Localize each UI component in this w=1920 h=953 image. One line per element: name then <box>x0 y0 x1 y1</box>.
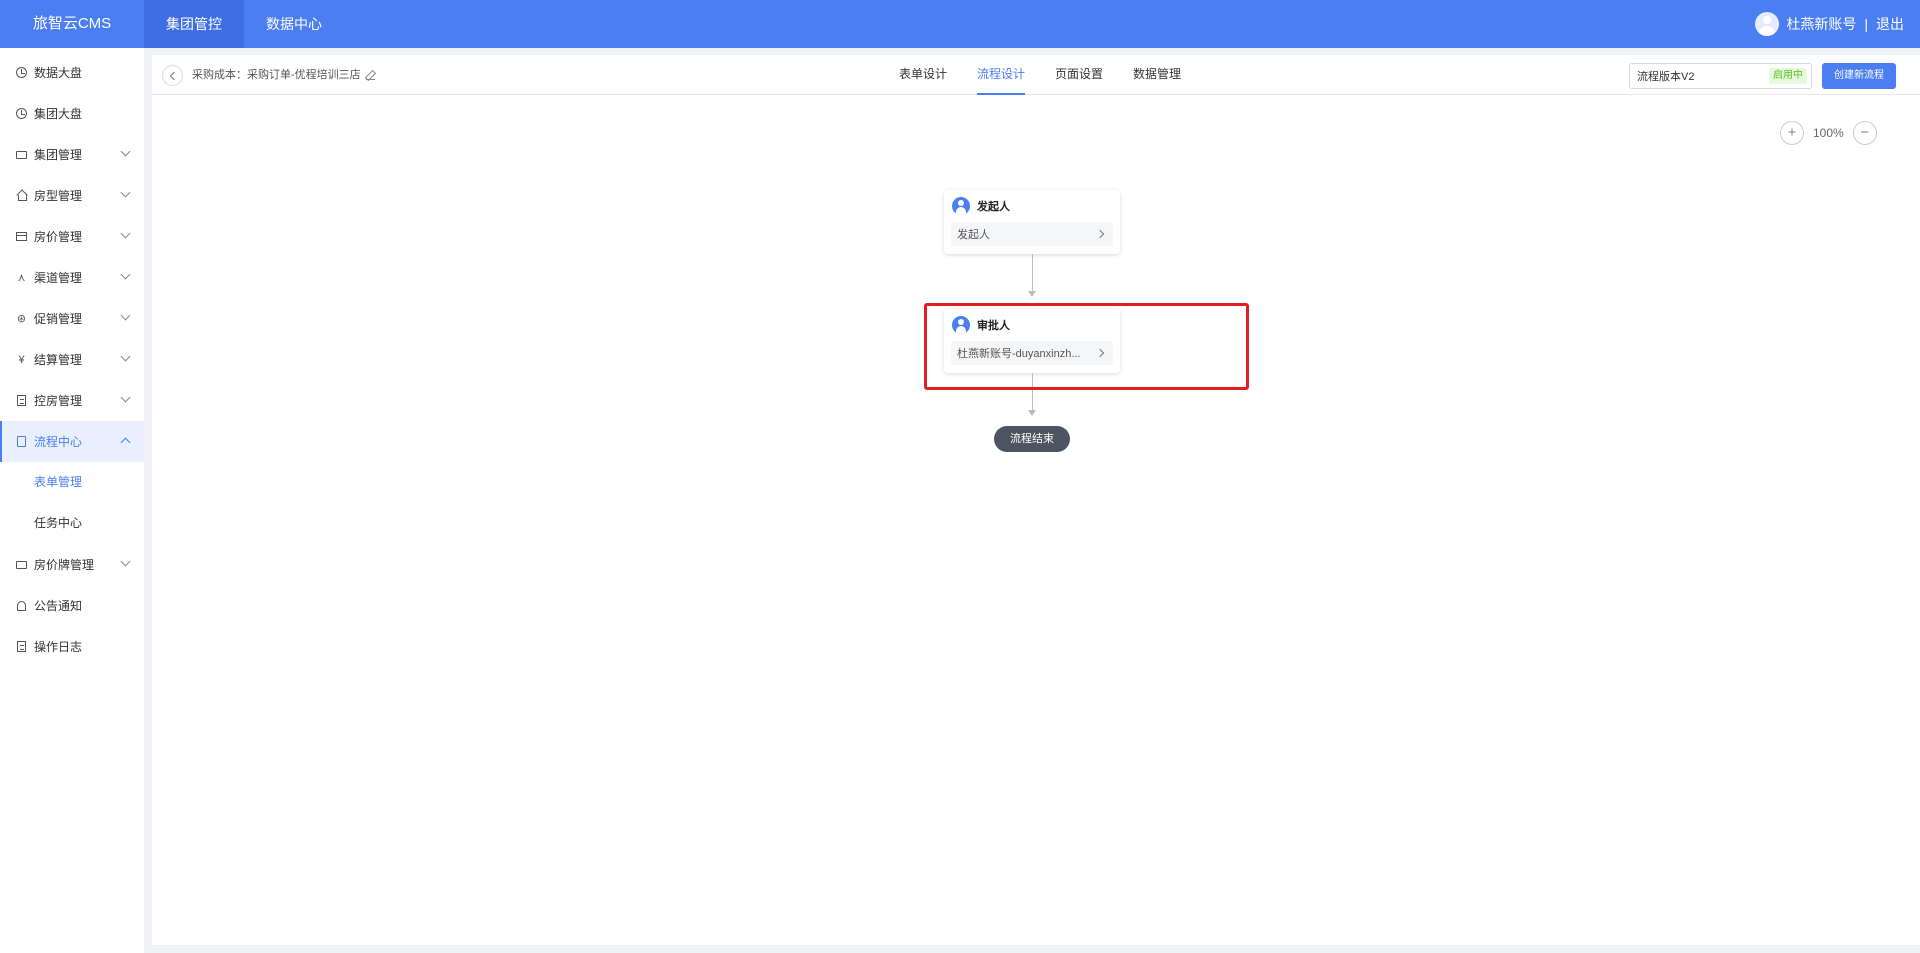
sidebar-subitem-task-center[interactable]: 任务中心 <box>0 503 144 544</box>
sidebar-item-group-management[interactable]: 集团管理 <box>0 134 144 175</box>
user-box: 杜燕新账号 | 退出 <box>1755 0 1904 48</box>
back-button[interactable] <box>162 65 183 86</box>
chevron-down-icon <box>120 146 131 157</box>
clock-icon <box>15 107 28 120</box>
doc-icon <box>15 394 28 407</box>
sidebar-item-announcement[interactable]: 公告通知 <box>0 585 144 626</box>
sidebar-item-operation-log[interactable]: 操作日志 <box>0 626 144 667</box>
user-separator: | <box>1864 16 1868 32</box>
designer-tabs: 表单设计 流程设计 页面设置 数据管理 <box>884 55 1196 95</box>
chevron-down-icon <box>120 351 131 362</box>
doc-icon <box>15 640 28 653</box>
sidebar-item-process-center[interactable]: 流程中心 <box>0 421 144 462</box>
tab-process-design[interactable]: 流程设计 <box>977 55 1026 95</box>
top-nav-data-center[interactable]: 数据中心 <box>244 0 344 48</box>
user-name[interactable]: 杜燕新账号 <box>1786 14 1856 34</box>
node-value[interactable]: 发起人 <box>951 222 1113 246</box>
sidebar-item-room-control[interactable]: 控房管理 <box>0 380 144 421</box>
brand-title: 旅智云CMS <box>32 15 112 32</box>
sidebar-item-label: 房价管理 <box>34 230 83 244</box>
sidebar: 数据大盘 集团大盘 集团管理 房型管理 房价管理 ⋏ 渠道管理 ⊛ 促销管理 ¥… <box>0 48 144 953</box>
sidebar-item-label: 操作日志 <box>34 640 83 654</box>
sidebar-item-label: 房型管理 <box>34 189 83 203</box>
chevron-down-icon <box>120 269 131 280</box>
flow-connector <box>1032 373 1033 411</box>
sidebar-item-label: 集团管理 <box>34 148 83 162</box>
sidebar-item-label: 公告通知 <box>34 599 83 613</box>
main-panel: 采购成本：采购订单-优程培训三店 表单设计 流程设计 页面设置 数据管理 流程版… <box>152 55 1920 945</box>
sidebar-item-channel[interactable]: ⋏ 渠道管理 <box>0 257 144 298</box>
sidebar-item-label: 结算管理 <box>34 353 83 367</box>
avatar-icon[interactable] <box>1755 12 1780 36</box>
chevron-up-icon <box>120 437 131 448</box>
chevron-down-icon <box>120 187 131 198</box>
designer-toolbar: 采购成本：采购订单-优程培训三店 表单设计 流程设计 页面设置 数据管理 流程版… <box>152 55 1920 95</box>
zoom-level: 100% <box>1813 126 1844 140</box>
breadcrumb: 采购成本：采购订单-优程培训三店 <box>192 55 375 95</box>
sidebar-item-label: 控房管理 <box>34 394 83 408</box>
logout-link[interactable]: 退出 <box>1876 14 1904 34</box>
zoom-control: + 100% − <box>1780 121 1877 145</box>
version-select-value: 流程版本V2 <box>1637 71 1695 83</box>
monitor-icon <box>15 148 28 161</box>
chevron-right-icon <box>1095 348 1105 358</box>
top-nav-group-control[interactable]: 集团管控 <box>144 0 244 48</box>
share-icon: ⋏ <box>17 272 26 284</box>
flow-connector <box>1032 254 1033 292</box>
user-icon <box>952 197 970 215</box>
chevron-down-icon <box>120 310 131 321</box>
top-bar: 旅智云CMS 集团管控 数据中心 杜燕新账号 | 退出 <box>0 0 1920 48</box>
card-icon <box>15 230 28 243</box>
sidebar-item-label: 房价牌管理 <box>34 558 95 572</box>
bell-icon <box>15 599 28 612</box>
sidebar-item-label: 流程中心 <box>34 435 83 449</box>
sidebar-item-group-dashboard[interactable]: 集团大盘 <box>0 93 144 134</box>
chevron-down-icon <box>120 228 131 239</box>
node-value-text: 发起人 <box>957 229 990 241</box>
node-value-text: 杜燕新账号-duyanxinzh... <box>957 348 1081 360</box>
tab-form-design[interactable]: 表单设计 <box>899 55 947 95</box>
clipboard-icon <box>15 435 28 448</box>
edit-icon[interactable] <box>365 71 375 80</box>
chevron-down-icon <box>120 392 131 403</box>
node-title: 发起人 <box>977 201 1010 213</box>
arrow-down-icon <box>1028 291 1036 297</box>
zoom-in-button[interactable]: + <box>1780 121 1804 145</box>
sidebar-subitem-form-management[interactable]: 表单管理 <box>0 462 144 503</box>
chevron-right-icon <box>1095 229 1105 239</box>
sidebar-item-room-type[interactable]: 房型管理 <box>0 175 144 216</box>
top-nav: 集团管控 数据中心 <box>144 0 344 48</box>
status-badge: 启用中 <box>1769 68 1807 84</box>
user-icon <box>952 316 970 334</box>
version-select[interactable]: 流程版本V2 启用中 <box>1629 63 1812 89</box>
chevron-down-icon <box>120 556 131 567</box>
sidebar-item-label: 数据大盘 <box>34 66 83 80</box>
flow-end-node: 流程结束 <box>994 426 1070 452</box>
create-process-button[interactable]: 创建新流程 <box>1822 63 1896 89</box>
sidebar-item-settlement[interactable]: ¥ 结算管理 <box>0 339 144 380</box>
sidebar-item-label: 渠道管理 <box>34 271 83 285</box>
tab-page-settings[interactable]: 页面设置 <box>1055 55 1103 95</box>
tab-data-management[interactable]: 数据管理 <box>1133 55 1181 95</box>
flow-node-approver[interactable]: 审批人 杜燕新账号-duyanxinzh... <box>944 309 1120 373</box>
zoom-out-button[interactable]: − <box>1852 121 1877 145</box>
arrow-down-icon <box>1028 410 1036 416</box>
sidebar-item-label: 集团大盘 <box>34 107 83 121</box>
house-icon <box>15 189 28 202</box>
sidebar-item-promotion[interactable]: ⊛ 促销管理 <box>0 298 144 339</box>
sidebar-item-data-dashboard[interactable]: 数据大盘 <box>0 52 144 93</box>
node-value[interactable]: 杜燕新账号-duyanxinzh... <box>951 341 1113 365</box>
flow-node-initiator[interactable]: 发起人 发起人 <box>944 190 1120 254</box>
breadcrumb-text: 采购成本：采购订单-优程培训三店 <box>192 69 361 81</box>
yen-icon: ¥ <box>18 353 25 366</box>
monitor-icon <box>15 558 28 571</box>
clock-icon <box>15 66 28 79</box>
sidebar-item-label: 促销管理 <box>34 312 83 326</box>
sidebar-item-price-board[interactable]: 房价牌管理 <box>0 544 144 585</box>
sidebar-item-room-price[interactable]: 房价管理 <box>0 216 144 257</box>
gift-icon: ⊛ <box>16 313 27 325</box>
node-title: 审批人 <box>977 320 1010 332</box>
